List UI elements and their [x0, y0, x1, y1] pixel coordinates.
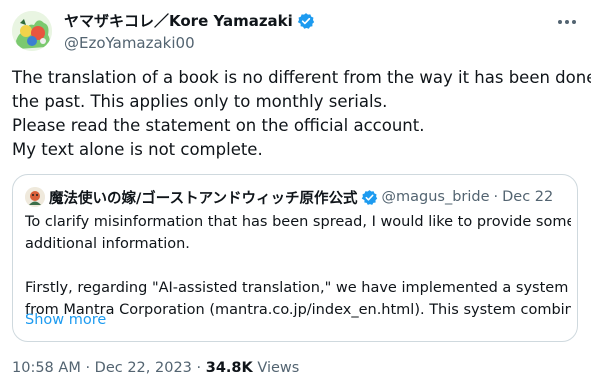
views-label: Views — [257, 360, 300, 376]
quoted-author-name: 魔法使いの嫁/ゴーストアンドウィッチ原作公式 — [49, 190, 358, 207]
quoted-date: Dec 22 — [502, 189, 554, 205]
quoted-author-avatar — [25, 187, 45, 207]
author-names: ヤマザキコレ／Kore Yamazaki @EzoYamazaki00 — [64, 11, 315, 53]
quoted-tweet-header: 魔法使いの嫁/ゴーストアンドウィッチ原作公式 @magus_bride · De… — [25, 187, 553, 207]
quoted-blank-line — [25, 255, 571, 277]
tweet-line: My text alone is not complete. — [12, 140, 263, 159]
more-options-button[interactable] — [555, 12, 579, 32]
tweet-card: ヤマザキコレ／Kore Yamazaki @EzoYamazaki00 The … — [0, 0, 591, 387]
author-avatar-illustration — [12, 11, 52, 51]
tweet-time[interactable]: 10:58 AM — [12, 360, 81, 376]
author-avatar[interactable] — [12, 11, 52, 51]
meta-separator: · — [493, 189, 499, 205]
quoted-line: Firstly, regarding "AI-assisted translat… — [25, 280, 569, 296]
quoted-line: additional information. — [25, 236, 190, 252]
quoted-line: To clarify misinformation that has been … — [25, 214, 571, 230]
tweet-text: The translation of a book is no differen… — [12, 66, 591, 162]
tweet-line: Please read the statement on the officia… — [12, 116, 425, 135]
views-count: 34.8K — [205, 360, 253, 376]
verified-badge-icon — [297, 12, 315, 30]
meta-separator: · — [85, 360, 91, 376]
tweet-date[interactable]: Dec 22, 2023 — [95, 360, 192, 376]
tweet-line: the past. This applies only to monthly s… — [12, 92, 388, 111]
quoted-author-handle: @magus_bride — [381, 189, 490, 205]
author-display-name[interactable]: ヤマザキコレ／Kore Yamazaki — [64, 11, 293, 31]
author-handle[interactable]: @EzoYamazaki00 — [64, 33, 315, 53]
show-more-link[interactable]: Show more — [25, 309, 106, 331]
quoted-tweet-text: To clarify misinformation that has been … — [25, 211, 571, 321]
more-options-icon — [558, 20, 576, 24]
tweet-line: The translation of a book is no differen… — [12, 68, 591, 87]
tweet-timestamp: 10:58 AM · Dec 22, 2023 · 34.8K Views — [12, 358, 299, 378]
quoted-tweet[interactable]: 魔法使いの嫁/ゴーストアンドウィッチ原作公式 @magus_bride · De… — [12, 174, 578, 342]
quoted-line: from Mantra Corporation (mantra.co.jp/in… — [25, 302, 571, 318]
verified-badge-icon — [361, 189, 378, 206]
meta-separator: · — [196, 360, 202, 376]
